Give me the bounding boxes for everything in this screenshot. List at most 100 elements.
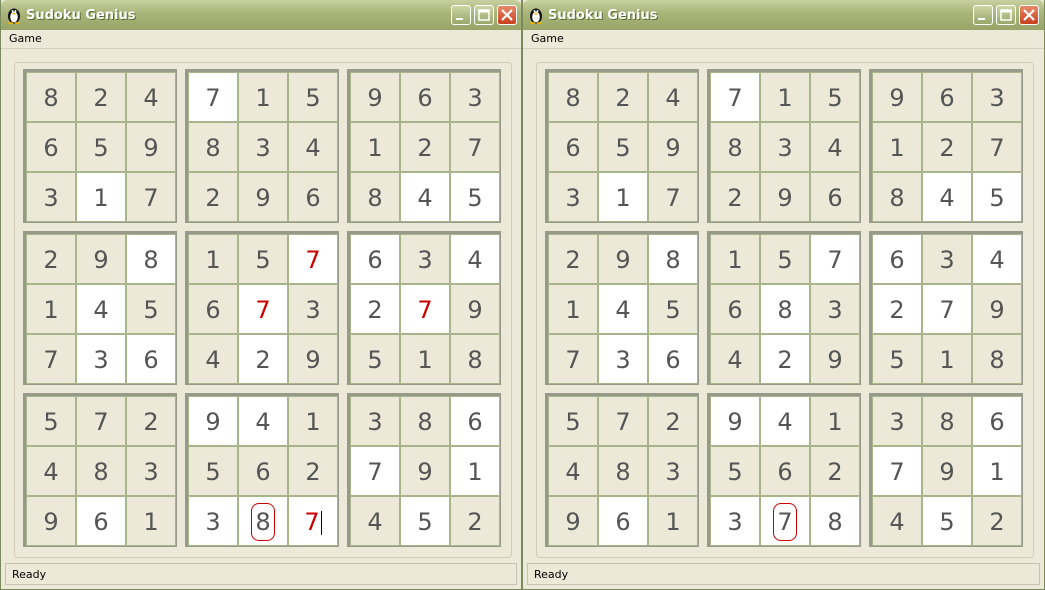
title-bar[interactable]: Sudoku Genius: [523, 0, 1044, 30]
sudoku-cell[interactable]: 9: [710, 396, 760, 446]
sudoku-cell[interactable]: 4: [810, 122, 860, 172]
sudoku-cell[interactable]: 2: [288, 446, 338, 496]
sudoku-cell[interactable]: 3: [288, 284, 338, 334]
sudoku-cell[interactable]: 6: [350, 234, 400, 284]
sudoku-cell[interactable]: 8: [810, 496, 860, 546]
sudoku-cell[interactable]: 5: [810, 72, 860, 122]
sudoku-cell[interactable]: 8: [76, 446, 126, 496]
sudoku-cell[interactable]: 5: [26, 396, 76, 446]
sudoku-cell[interactable]: 1: [972, 446, 1022, 496]
sudoku-cell[interactable]: 3: [350, 396, 400, 446]
sudoku-cell[interactable]: 8: [26, 72, 76, 122]
sudoku-cell[interactable]: 4: [710, 334, 760, 384]
sudoku-cell[interactable]: 2: [188, 172, 238, 222]
sudoku-cell[interactable]: 7: [76, 396, 126, 446]
sudoku-cell[interactable]: 7: [26, 334, 76, 384]
sudoku-cell[interactable]: 1: [26, 284, 76, 334]
sudoku-cell[interactable]: 4: [238, 396, 288, 446]
sudoku-cell[interactable]: 3: [450, 72, 500, 122]
sudoku-cell[interactable]: 2: [760, 334, 810, 384]
sudoku-cell[interactable]: 6: [450, 396, 500, 446]
sudoku-cell[interactable]: 5: [76, 122, 126, 172]
sudoku-cell[interactable]: 9: [648, 122, 698, 172]
sudoku-cell[interactable]: 1: [710, 234, 760, 284]
sudoku-cell[interactable]: 5: [126, 284, 176, 334]
sudoku-cell[interactable]: 3: [598, 334, 648, 384]
sudoku-cell[interactable]: 9: [598, 234, 648, 284]
sudoku-cell[interactable]: 6: [810, 172, 860, 222]
sudoku-cell[interactable]: 2: [710, 172, 760, 222]
sudoku-cell[interactable]: 6: [238, 446, 288, 496]
sudoku-cell[interactable]: 9: [76, 234, 126, 284]
close-button[interactable]: [1019, 5, 1039, 25]
sudoku-cell[interactable]: 5: [872, 334, 922, 384]
sudoku-cell[interactable]: 4: [648, 72, 698, 122]
sudoku-cell[interactable]: 4: [922, 172, 972, 222]
sudoku-cell[interactable]: 6: [76, 496, 126, 546]
sudoku-cell[interactable]: 8: [548, 72, 598, 122]
sudoku-cell[interactable]: 8: [126, 234, 176, 284]
sudoku-cell[interactable]: 3: [188, 496, 238, 546]
sudoku-cell[interactable]: 3: [710, 496, 760, 546]
sudoku-cell[interactable]: 1: [76, 172, 126, 222]
sudoku-cell[interactable]: 7: [648, 172, 698, 222]
sudoku-cell[interactable]: 7: [548, 334, 598, 384]
sudoku-cell[interactable]: 1: [648, 496, 698, 546]
sudoku-cell[interactable]: 4: [400, 172, 450, 222]
sudoku-cell[interactable]: 7: [288, 496, 338, 546]
sudoku-cell[interactable]: 3: [126, 446, 176, 496]
sudoku-cell[interactable]: 9: [548, 496, 598, 546]
sudoku-cell[interactable]: 6: [922, 72, 972, 122]
sudoku-cell[interactable]: 5: [972, 172, 1022, 222]
sudoku-cell[interactable]: 9: [922, 446, 972, 496]
sudoku-cell[interactable]: 6: [872, 234, 922, 284]
sudoku-cell[interactable]: 6: [972, 396, 1022, 446]
sudoku-cell[interactable]: 3: [972, 72, 1022, 122]
sudoku-cell[interactable]: 9: [126, 122, 176, 172]
sudoku-cell[interactable]: 2: [598, 72, 648, 122]
sudoku-cell[interactable]: 3: [26, 172, 76, 222]
sudoku-cell[interactable]: 7: [810, 234, 860, 284]
sudoku-cell[interactable]: 1: [450, 446, 500, 496]
sudoku-cell[interactable]: 3: [810, 284, 860, 334]
sudoku-cell[interactable]: 3: [872, 396, 922, 446]
sudoku-cell[interactable]: 1: [810, 396, 860, 446]
sudoku-cell[interactable]: 6: [288, 172, 338, 222]
sudoku-cell[interactable]: 9: [288, 334, 338, 384]
sudoku-cell[interactable]: 7: [872, 446, 922, 496]
sudoku-cell[interactable]: 3: [760, 122, 810, 172]
sudoku-cell[interactable]: 7: [400, 284, 450, 334]
sudoku-cell[interactable]: 5: [598, 122, 648, 172]
sudoku-cell[interactable]: 4: [350, 496, 400, 546]
sudoku-cell[interactable]: 6: [760, 446, 810, 496]
sudoku-cell[interactable]: 1: [238, 72, 288, 122]
maximize-button[interactable]: [474, 5, 494, 25]
sudoku-cell[interactable]: 5: [548, 396, 598, 446]
sudoku-cell[interactable]: 4: [760, 396, 810, 446]
sudoku-cell[interactable]: 5: [648, 284, 698, 334]
minimize-button[interactable]: [451, 5, 471, 25]
sudoku-cell[interactable]: 2: [972, 496, 1022, 546]
sudoku-cell[interactable]: 9: [400, 446, 450, 496]
sudoku-cell[interactable]: 8: [872, 172, 922, 222]
sudoku-cell[interactable]: 4: [288, 122, 338, 172]
sudoku-cell[interactable]: 6: [710, 284, 760, 334]
sudoku-cell[interactable]: 1: [548, 284, 598, 334]
sudoku-cell[interactable]: 3: [76, 334, 126, 384]
sudoku-cell[interactable]: 7: [126, 172, 176, 222]
close-button[interactable]: [497, 5, 517, 25]
sudoku-cell[interactable]: 6: [548, 122, 598, 172]
sudoku-cell[interactable]: 7: [598, 396, 648, 446]
sudoku-cell[interactable]: 8: [350, 172, 400, 222]
sudoku-cell[interactable]: 7: [288, 234, 338, 284]
sudoku-cell[interactable]: 4: [598, 284, 648, 334]
sudoku-cell[interactable]: 5: [922, 496, 972, 546]
sudoku-cell[interactable]: 9: [760, 172, 810, 222]
sudoku-cell[interactable]: 8: [760, 284, 810, 334]
sudoku-cell[interactable]: 2: [810, 446, 860, 496]
sudoku-cell[interactable]: 4: [26, 446, 76, 496]
sudoku-cell[interactable]: 2: [922, 122, 972, 172]
sudoku-cell[interactable]: 5: [450, 172, 500, 222]
sudoku-cell[interactable]: 4: [972, 234, 1022, 284]
sudoku-cell[interactable]: 1: [872, 122, 922, 172]
